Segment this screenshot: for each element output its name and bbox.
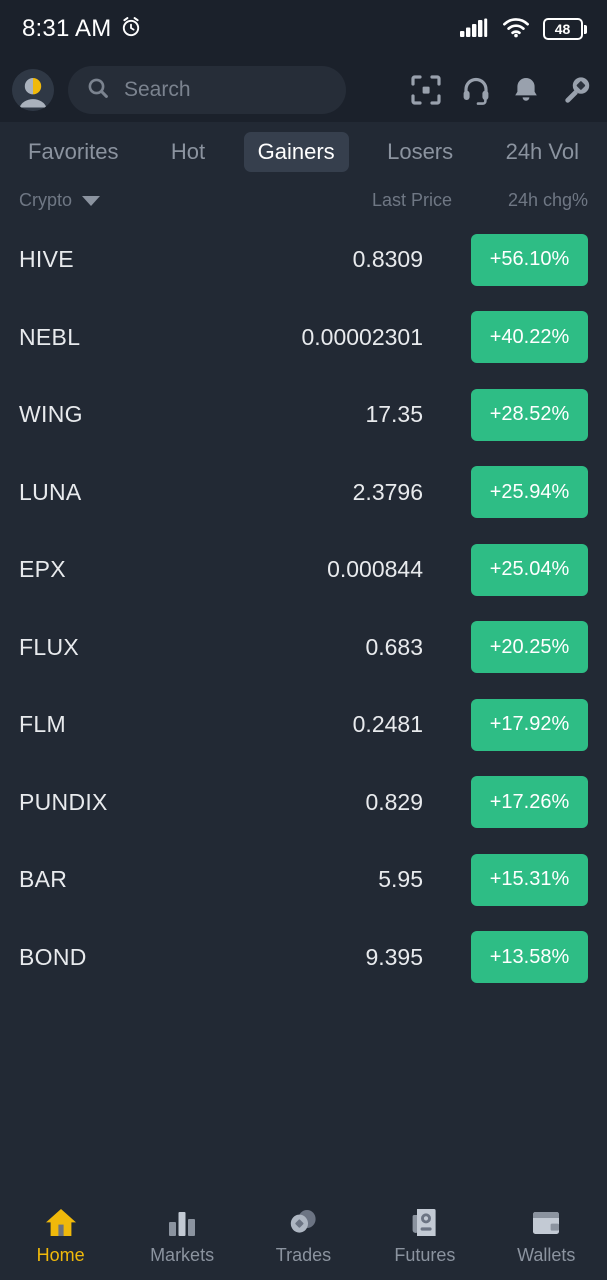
qr-scan-icon[interactable] [409, 73, 443, 107]
tab-24h-vol[interactable]: 24h Vol [492, 132, 593, 172]
nav-item-markets[interactable]: Markets [132, 1204, 232, 1266]
row-symbol: EPX [19, 556, 66, 583]
table-row[interactable]: BOND 9.395 +13.58% [0, 919, 607, 997]
status-bar-right: 48 [459, 15, 587, 44]
nav-label-trades: Trades [275, 1245, 332, 1265]
column-header-24h-change[interactable]: 24h chg% [452, 190, 588, 211]
crypto-filter-dropdown[interactable]: Crypto [19, 190, 101, 211]
status-badge: +20.25% [471, 621, 588, 674]
nav-label-markets: Markets [150, 1245, 215, 1265]
table-row[interactable]: HIVE 0.8309 +56.10% [0, 221, 607, 299]
crypto-filter-label: Crypto [19, 190, 73, 210]
row-price: 0.683 [365, 633, 423, 660]
home-icon [44, 1204, 78, 1238]
table-row[interactable]: LUNA 2.3796 +25.94% [0, 454, 607, 532]
nav-label-wallets: Wallets [517, 1245, 576, 1265]
headset-support-icon[interactable] [459, 73, 493, 107]
nav-label-futures: Futures [394, 1245, 456, 1265]
status-badge: +15.31% [471, 853, 588, 906]
row-symbol: LUNA [19, 478, 82, 505]
coins-icon [286, 1204, 320, 1238]
nav-item-home[interactable]: Home [11, 1204, 111, 1266]
table-row[interactable]: WING 17.35 +28.52% [0, 376, 607, 454]
app-header: Search [0, 58, 607, 122]
alarm-clock-icon [119, 15, 143, 44]
status-bar: 8:31 AM 48 [0, 0, 607, 58]
header-icon-group [409, 73, 593, 107]
row-symbol: WING [19, 401, 83, 428]
battery-level: 48 [542, 18, 583, 40]
status-badge: +17.92% [471, 698, 588, 751]
nav-item-futures[interactable]: Futures [375, 1204, 475, 1266]
status-badge: +56.10% [471, 233, 588, 286]
status-badge: +40.22% [471, 311, 588, 364]
rewards-tag-icon[interactable] [559, 73, 593, 107]
nav-item-trades[interactable]: Trades [253, 1204, 353, 1266]
battery-tip [584, 24, 587, 34]
cellular-signal-icon [459, 15, 489, 44]
status-badge: +17.26% [471, 776, 588, 829]
status-badge: +28.52% [471, 388, 588, 441]
contract-icon [408, 1204, 442, 1238]
user-avatar-icon[interactable] [12, 69, 54, 111]
search-icon [86, 76, 110, 105]
market-category-tabs: Favorites Hot Gainers Losers 24h Vol [0, 122, 607, 178]
status-badge: +25.04% [471, 543, 588, 596]
app-screen: 8:31 AM 48 Search Favorites Hot Gainers … [0, 0, 607, 1280]
battery-indicator: 48 [542, 18, 587, 40]
bottom-navigation: Home Markets Trades Futures Wallets [0, 1194, 607, 1280]
table-row[interactable]: BAR 5.95 +15.31% [0, 841, 607, 919]
table-row[interactable]: FLUX 0.683 +20.25% [0, 609, 607, 687]
status-time: 8:31 AM [22, 15, 112, 42]
row-price: 0.2481 [352, 711, 423, 738]
status-badge: +25.94% [471, 466, 588, 519]
tab-losers[interactable]: Losers [373, 132, 467, 172]
column-headers: Crypto Last Price 24h chg% [0, 178, 607, 221]
tab-gainers[interactable]: Gainers [243, 132, 349, 172]
search-bar[interactable]: Search [68, 66, 346, 114]
row-symbol: FLUX [19, 633, 79, 660]
row-price: 0.000844 [327, 556, 423, 583]
row-symbol: HIVE [19, 246, 74, 273]
row-price: 17.35 [365, 401, 423, 428]
row-symbol: NEBL [19, 323, 81, 350]
table-row[interactable]: FLM 0.2481 +17.92% [0, 686, 607, 764]
column-header-last-price[interactable]: Last Price [272, 190, 452, 211]
chevron-down-icon [82, 195, 101, 206]
table-row[interactable]: NEBL 0.00002301 +40.22% [0, 299, 607, 377]
row-price: 5.95 [378, 866, 423, 893]
search-input[interactable]: Search [124, 78, 191, 102]
wifi-icon [501, 15, 531, 44]
status-bar-left: 8:31 AM [22, 15, 143, 44]
nav-item-wallets[interactable]: Wallets [496, 1204, 596, 1266]
wallet-icon [529, 1204, 563, 1238]
nav-label-home: Home [36, 1245, 85, 1265]
row-symbol: FLM [19, 711, 66, 738]
row-symbol: PUNDIX [19, 788, 108, 815]
bar-chart-icon [165, 1204, 199, 1238]
table-row[interactable]: EPX 0.000844 +25.04% [0, 531, 607, 609]
tab-hot[interactable]: Hot [157, 132, 219, 172]
market-list: HIVE 0.8309 +56.10% NEBL 0.00002301 +40.… [0, 221, 607, 1194]
tab-favorites[interactable]: Favorites [14, 132, 132, 172]
row-price: 2.3796 [352, 478, 423, 505]
row-price: 0.00002301 [301, 323, 423, 350]
row-price: 0.829 [365, 788, 423, 815]
bell-notification-icon[interactable] [509, 73, 543, 107]
row-symbol: BOND [19, 943, 87, 970]
table-row[interactable]: PUNDIX 0.829 +17.26% [0, 764, 607, 842]
status-badge: +13.58% [471, 931, 588, 984]
row-price: 9.395 [365, 943, 423, 970]
row-symbol: BAR [19, 866, 68, 893]
row-price: 0.8309 [352, 246, 423, 273]
